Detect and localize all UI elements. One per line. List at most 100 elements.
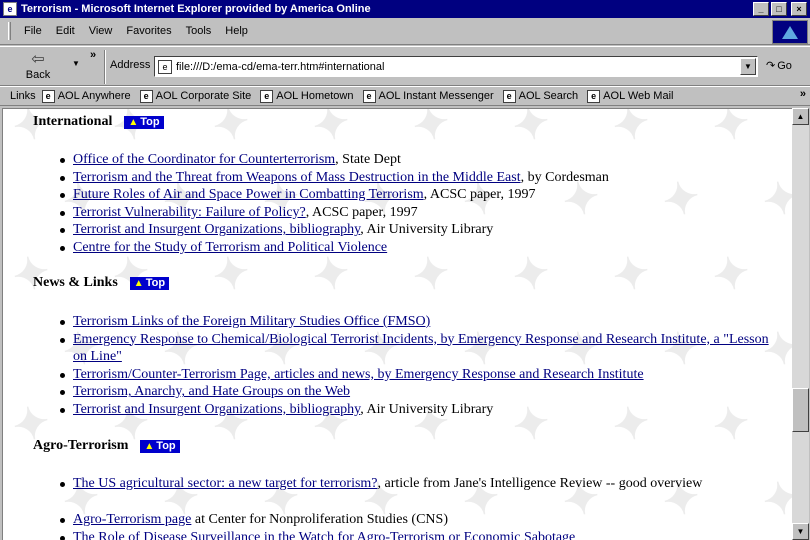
international-list: Office of the Coordinator for Counterter…	[60, 151, 785, 257]
resource-link[interactable]: Terrorist and Insurgent Organizations, b…	[73, 222, 360, 237]
list-item: The US agricultural sector: a new target…	[60, 475, 785, 493]
resource-link[interactable]: The US agricultural sector: a new target…	[73, 476, 378, 491]
toolbar-chevron-icon[interactable]: »	[90, 49, 96, 61]
top-label: Top	[140, 115, 160, 128]
scroll-down-button[interactable]: ▼	[792, 523, 809, 540]
link-label: AOL Corporate Site	[155, 90, 252, 102]
ie-app-icon[interactable]: e	[3, 2, 17, 16]
link-aol-corporate-site[interactable]: e AOL Corporate Site	[139, 89, 252, 103]
scroll-up-button[interactable]: ▲	[792, 108, 809, 125]
resource-note: , ACSC paper, 1997	[423, 187, 536, 203]
link-aol-search[interactable]: e AOL Search	[502, 89, 579, 103]
minimize-button[interactable]: _	[753, 2, 769, 16]
ie-page-icon: e	[502, 89, 516, 103]
resource-link[interactable]: Centre for the Study of Terrorism and Po…	[73, 240, 387, 255]
menu-bar: File Edit View Favorites Tools Help	[0, 18, 810, 45]
top-label: Top	[145, 276, 166, 289]
link-aol-instant-messenger[interactable]: e AOL Instant Messenger	[362, 89, 494, 103]
top-link-button[interactable]: ▲ Top	[140, 439, 180, 453]
top-link-button[interactable]: ▲ Top	[129, 276, 170, 290]
resource-link[interactable]: Terrorism, Anarchy, and Hate Groups on t…	[73, 384, 350, 399]
list-item: Terrorist Vulnerability: Failure of Poli…	[60, 204, 785, 222]
vertical-scrollbar[interactable]: ▲ ▼	[792, 108, 809, 540]
resource-note: , Air University Library	[360, 401, 494, 417]
watermark-glyph: ✦	[708, 108, 755, 154]
address-input[interactable]: file:///D:/ema-cd/ema-terr.htm#internati…	[176, 61, 740, 73]
menu-favorites[interactable]: Favorites	[119, 25, 178, 37]
resource-link[interactable]: Office of the Coordinator for Counterter…	[73, 152, 335, 167]
menu-file[interactable]: File	[17, 25, 49, 37]
link-label: AOL Anywhere	[57, 90, 131, 102]
section-heading-news-links: News & Links ▲ Top	[33, 275, 170, 291]
ie-page-icon: e	[139, 89, 153, 103]
menu-tools[interactable]: Tools	[179, 25, 219, 37]
page-content: ✦ ✦ ✦ ✦ ✦ ✦ ✦ ✦ ✦ ✦ ✦ ✦ ✦ ✦ ✦ ✦ ✦ ✦ ✦ ✦ ✦ ✦ ✦ ✦ ✦ ✦ ✦ ✦ ✦ ✦ ✦ ✦ ✦ ✦ ✦ ✦ ✦ ✦ ✦ ✦…	[2, 108, 792, 540]
go-button[interactable]: ↷ Go	[766, 59, 792, 72]
list-item: Terrorism and the Threat from Weapons of…	[60, 169, 785, 187]
ie-page-icon: e	[260, 89, 274, 103]
list-item: Agro-Terrorism page at Center for Nonpro…	[60, 511, 785, 529]
resource-link[interactable]: Terrorism and the Threat from Weapons of…	[73, 170, 521, 185]
resource-note: at Center for Nonproliferation Studies (…	[191, 512, 448, 527]
window-controls: _ □ ×	[753, 2, 807, 16]
back-button[interactable]: ⇦ Back	[8, 51, 68, 83]
links-chevron-icon[interactable]: »	[800, 88, 806, 100]
ie-page-icon: e	[587, 89, 601, 103]
address-separator	[104, 50, 106, 84]
menu-view[interactable]: View	[82, 25, 120, 37]
resource-note: , ACSC paper, 1997	[305, 204, 418, 220]
scroll-thumb[interactable]	[792, 388, 809, 432]
link-label: AOL Search	[518, 90, 579, 102]
watermark-glyph: ✦	[308, 108, 355, 154]
list-item: Terrorism/Counter-Terrorism Page, articl…	[60, 366, 785, 384]
section-title: News & Links	[33, 275, 118, 290]
address-label: Address	[110, 59, 151, 71]
back-arrow-icon: ⇦	[31, 51, 45, 68]
back-dropdown-icon[interactable]: ▼	[72, 59, 80, 68]
link-aol-anywhere[interactable]: e AOL Anywhere	[41, 89, 131, 103]
section-heading-international: International ▲ Top	[33, 114, 164, 130]
resource-note: , Air University Library	[360, 222, 494, 238]
address-dropdown-icon[interactable]: ▼	[740, 58, 756, 75]
menu-edit[interactable]: Edit	[49, 25, 82, 37]
link-aol-hometown[interactable]: e AOL Hometown	[260, 89, 354, 103]
maximize-button[interactable]: □	[771, 2, 787, 16]
top-link-button[interactable]: ▲ Top	[124, 115, 164, 129]
list-item: Office of the Coordinator for Counterter…	[60, 151, 785, 169]
resource-link[interactable]: Agro-Terrorism page	[73, 512, 191, 527]
ie-page-icon: e	[362, 89, 376, 103]
section-title: International	[33, 114, 113, 129]
menu-help[interactable]: Help	[218, 25, 255, 37]
watermark-glyph: ✦	[508, 108, 555, 154]
resource-link[interactable]: Terrorism Links of the Foreign Military …	[73, 314, 430, 329]
up-arrow-icon: ▲	[144, 440, 155, 452]
resource-link[interactable]: Future Roles of Air and Space Power in C…	[73, 187, 424, 202]
links-bar: Links e AOL Anywhere e AOL Corporate Site …	[0, 86, 810, 106]
watermark-glyph: ✦	[208, 108, 255, 154]
list-item: Centre for the Study of Terrorism and Po…	[60, 239, 785, 257]
up-arrow-icon: ▲	[133, 277, 144, 289]
list-item: The Role of Disease Surveillance in the …	[60, 529, 785, 540]
news-links-list: Terrorism Links of the Foreign Military …	[60, 313, 785, 419]
link-aol-web-mail[interactable]: e AOL Web Mail	[587, 89, 674, 103]
section-title: Agro-Terrorism	[33, 438, 129, 453]
page-icon: e	[158, 59, 172, 74]
address-bar[interactable]: e file:///D:/ema-cd/ema-terr.htm#interna…	[154, 56, 758, 77]
close-button[interactable]: ×	[791, 2, 807, 16]
navigation-toolbar: ⇦ Back ▼ » Address e file:///D:/ema-cd/e…	[0, 46, 810, 86]
links-label: Links	[10, 90, 36, 102]
resource-link[interactable]: The Role of Disease Surveillance in the …	[73, 530, 575, 540]
resource-link[interactable]: Terrorist Vulnerability: Failure of Poli…	[73, 205, 306, 220]
link-label: AOL Instant Messenger	[378, 90, 494, 102]
resource-link[interactable]: Emergency Response to Chemical/Biologica…	[73, 332, 769, 365]
link-label: AOL Web Mail	[603, 90, 674, 102]
section-heading-agro-terrorism: Agro-Terrorism ▲ Top	[33, 438, 180, 454]
resource-link[interactable]: Terrorist and Insurgent Organizations, b…	[73, 402, 360, 417]
menubar-grip[interactable]	[8, 22, 11, 40]
up-arrow-icon: ▲	[128, 116, 139, 128]
go-arrow-icon: ↷	[766, 60, 776, 72]
agro-terrorism-list: The US agricultural sector: a new target…	[60, 475, 785, 493]
resource-link[interactable]: Terrorism/Counter-Terrorism Page, articl…	[73, 367, 644, 382]
resource-note: , State Dept	[335, 152, 401, 167]
watermark-glyph: ✦	[408, 108, 455, 154]
